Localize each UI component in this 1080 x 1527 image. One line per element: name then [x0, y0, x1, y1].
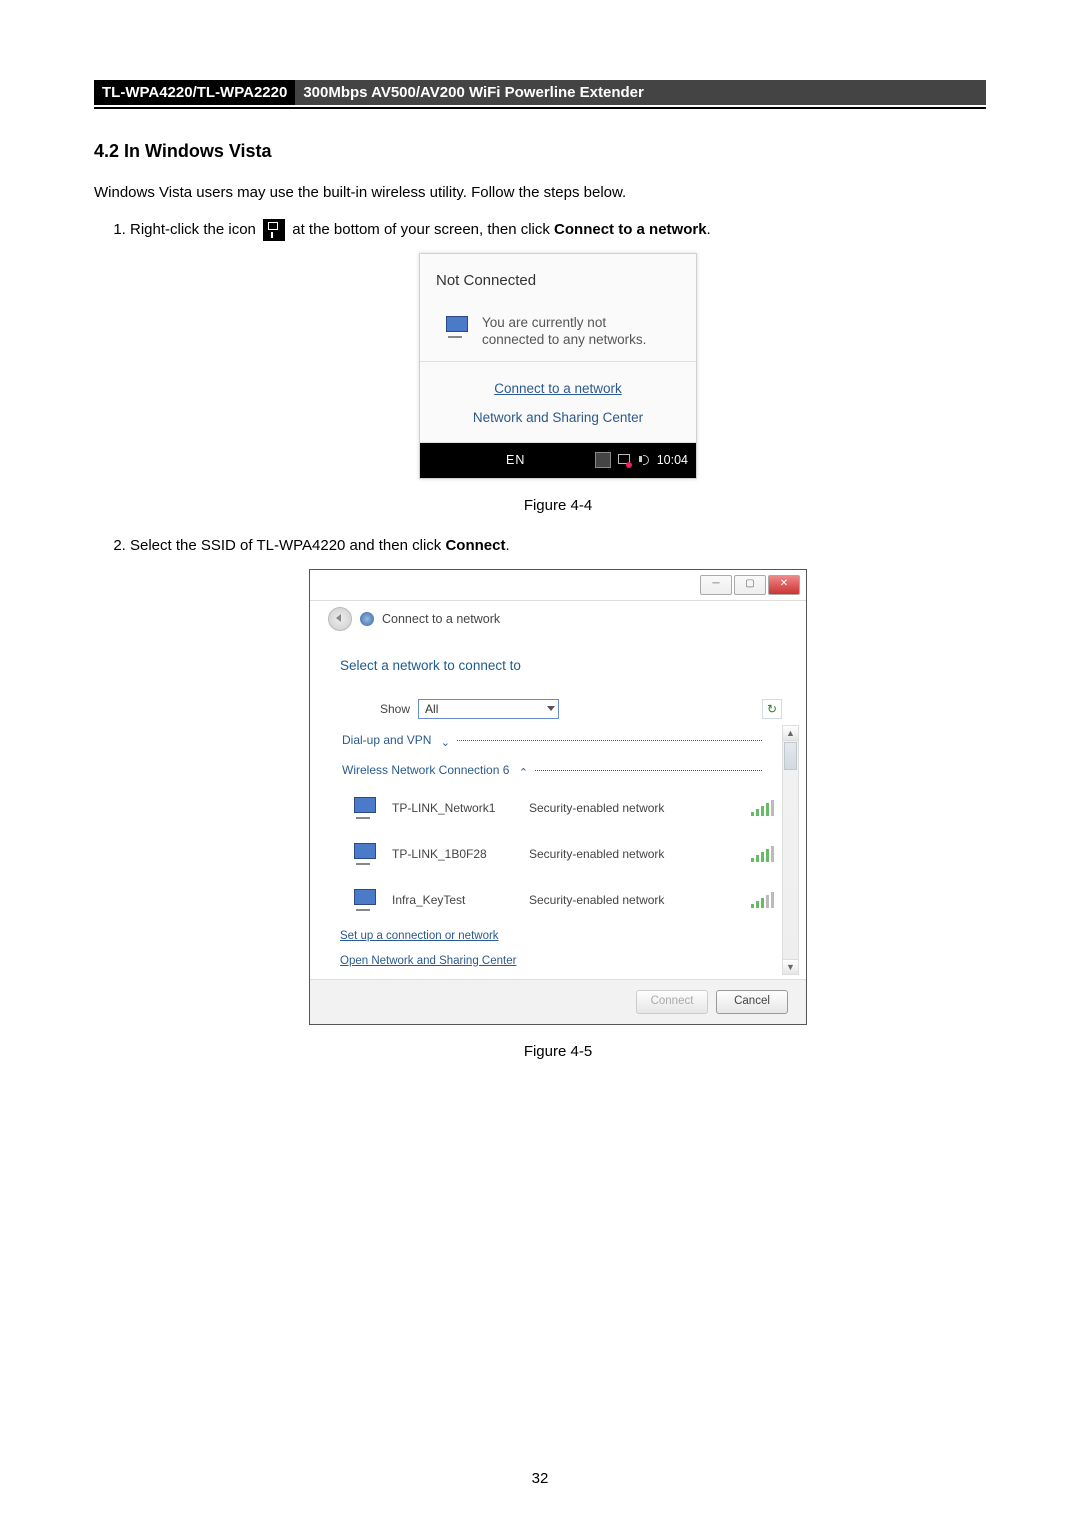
- open-sharing-center-link[interactable]: Open Network and Sharing Center: [340, 950, 782, 973]
- network-item[interactable]: Infra_KeyTest Security-enabled network: [340, 877, 782, 923]
- figure-4-4-caption: Figure 4-4: [130, 491, 986, 521]
- popup-msg-line1: You are currently not: [482, 315, 606, 330]
- steps-list: Right-click the icon at the bottom of yo…: [102, 215, 986, 1067]
- network-monitor-icon: [442, 314, 472, 340]
- network-security: Security-enabled network: [529, 888, 699, 912]
- section-heading: 4.2 In Windows Vista: [94, 141, 986, 162]
- taskbar-time[interactable]: 10:04: [657, 448, 688, 473]
- globe-icon: [360, 612, 374, 626]
- network-item[interactable]: TP-LINK_Network1 Security-enabled networ…: [340, 785, 782, 831]
- show-dropdown[interactable]: All: [418, 699, 559, 719]
- scroll-down[interactable]: ▼: [783, 959, 798, 974]
- signal-strength-icon: [751, 892, 774, 908]
- network-tray-small-icon[interactable]: [617, 453, 631, 467]
- section-intro: Windows Vista users may use the built-in…: [94, 182, 986, 205]
- refresh-button[interactable]: ↻: [762, 699, 782, 719]
- network-list: ▲ ▼ Dial-up and VPN ⌄ Wireless Network C…: [340, 725, 782, 923]
- signal-strength-icon: [751, 800, 774, 816]
- keyboard-tray-icon[interactable]: [595, 452, 611, 468]
- figure-4-5-caption: Figure 4-5: [130, 1037, 986, 1067]
- popup-status-row: You are currently not connected to any n…: [420, 306, 696, 362]
- network-popup: Not Connected You are currently not conn…: [419, 253, 697, 479]
- step1-text-b: at the bottom of your screen, then click: [292, 221, 554, 238]
- chevron-down-icon: ⌄: [437, 737, 456, 749]
- scrollbar[interactable]: ▲ ▼: [782, 725, 799, 975]
- dialog-banner: Connect to a network: [310, 601, 806, 640]
- scroll-thumb[interactable]: [784, 742, 797, 770]
- taskbar: EN 10:04: [420, 443, 696, 478]
- step1-bold: Connect to a network: [554, 221, 707, 238]
- step2-text-a: Select the SSID of TL-WPA4220 and then c…: [130, 537, 445, 554]
- show-value: All: [425, 697, 438, 721]
- popup-msg-line2: connected to any networks.: [482, 332, 646, 347]
- connect-to-network-link[interactable]: Connect to a network: [420, 374, 696, 403]
- minimize-button[interactable]: ─: [700, 575, 732, 595]
- product-title: 300Mbps AV500/AV200 WiFi Powerline Exten…: [295, 80, 986, 105]
- dialog-body: Select a network to connect to Show All …: [310, 640, 806, 979]
- network-name: Infra_KeyTest: [392, 888, 517, 912]
- network-item[interactable]: TP-LINK_1B0F28 Security-enabled network: [340, 831, 782, 877]
- signal-strength-icon: [751, 846, 774, 862]
- step1-text-a: Right-click the icon: [130, 221, 256, 238]
- setup-connection-link[interactable]: Set up a connection or network: [340, 925, 782, 948]
- dialog-title: Connect to a network: [382, 607, 500, 632]
- maximize-button[interactable]: ▢: [734, 575, 766, 595]
- popup-message: You are currently not connected to any n…: [482, 314, 646, 349]
- step1-end: .: [707, 221, 711, 238]
- dialup-label: Dial-up and VPN: [342, 733, 437, 747]
- connect-button[interactable]: Connect: [636, 990, 708, 1014]
- chevron-up-icon: ⌃: [515, 767, 534, 779]
- popup-title: Not Connected: [420, 254, 696, 306]
- wireless-label: Wireless Network Connection 6: [342, 763, 515, 777]
- network-name: TP-LINK_1B0F28: [392, 842, 517, 866]
- model-label: TL-WPA4220/TL-WPA2220: [94, 80, 295, 105]
- network-icon: [350, 841, 380, 867]
- page-number: 32: [0, 1470, 1080, 1487]
- dialog-heading: Select a network to connect to: [340, 652, 782, 679]
- cancel-button[interactable]: Cancel: [716, 990, 788, 1014]
- window-controls: ─ ▢ ✕: [310, 570, 806, 601]
- network-security: Security-enabled network: [529, 796, 699, 820]
- step-2: Select the SSID of TL-WPA4220 and then c…: [130, 531, 986, 1067]
- network-icon: [350, 795, 380, 821]
- step-1: Right-click the icon at the bottom of yo…: [130, 215, 986, 521]
- wireless-connection-expander[interactable]: Wireless Network Connection 6 ⌃: [340, 755, 782, 785]
- network-sharing-center-link[interactable]: Network and Sharing Center: [420, 403, 696, 432]
- document-header: TL-WPA4220/TL-WPA2220 300Mbps AV500/AV20…: [94, 80, 986, 109]
- language-indicator[interactable]: EN: [506, 448, 525, 473]
- back-button[interactable]: [328, 607, 352, 631]
- dialog-footer: Connect Cancel: [310, 979, 806, 1024]
- close-button[interactable]: ✕: [768, 575, 800, 595]
- popup-links: Connect to a network Network and Sharing…: [420, 362, 696, 443]
- connect-network-dialog: ─ ▢ ✕ Connect to a network Select a netw…: [309, 569, 807, 1025]
- step2-bold: Connect: [445, 537, 505, 554]
- network-icon: [350, 887, 380, 913]
- sound-tray-icon[interactable]: [637, 453, 651, 467]
- network-name: TP-LINK_Network1: [392, 796, 517, 820]
- scroll-up[interactable]: ▲: [783, 726, 798, 741]
- show-filter-row: Show All ↻: [380, 697, 782, 721]
- dialup-vpn-expander[interactable]: Dial-up and VPN ⌄: [340, 725, 782, 755]
- show-label: Show: [380, 697, 410, 721]
- network-tray-icon: [263, 219, 285, 241]
- step2-end: .: [505, 537, 509, 554]
- network-security: Security-enabled network: [529, 842, 699, 866]
